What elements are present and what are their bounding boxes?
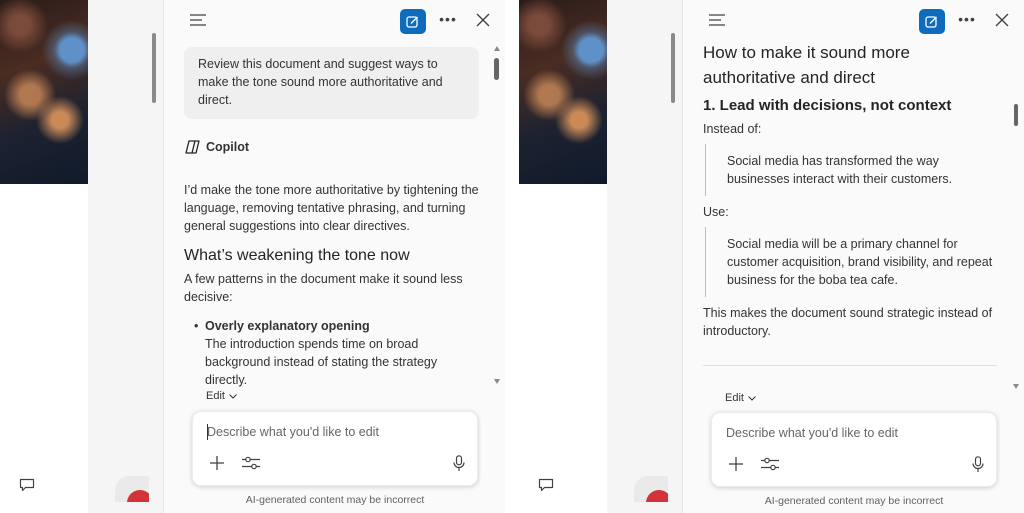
chevron-down-icon xyxy=(229,393,237,399)
scroll-thumb[interactable] xyxy=(1014,104,1018,126)
more-options-icon[interactable]: ••• xyxy=(439,12,457,30)
scroll-down-arrow[interactable] xyxy=(1013,384,1019,389)
new-chat-icon xyxy=(406,15,418,28)
pane-scrollbar[interactable] xyxy=(1012,44,1020,389)
document-scrollbar[interactable] xyxy=(671,33,675,103)
assistant-header: Copilot xyxy=(184,139,249,155)
response-subheading: 1. Lead with decisions, not context xyxy=(703,97,952,114)
right-screenshot: ••• How to make it sound more authoritat… xyxy=(519,0,1024,513)
chat-transcript[interactable]: How to make it sound more authoritative … xyxy=(683,40,1013,404)
document-scrollbar[interactable] xyxy=(152,33,156,103)
edit-mode-dropdown[interactable]: Edit xyxy=(206,390,237,402)
close-icon[interactable] xyxy=(995,13,1009,27)
hamburger-menu-icon[interactable] xyxy=(709,14,725,26)
edit-mode-dropdown[interactable]: Edit xyxy=(725,392,756,404)
comment-icon[interactable] xyxy=(538,478,554,492)
explanation-text: This makes the document sound strategic … xyxy=(703,306,993,338)
record-button[interactable] xyxy=(634,476,668,502)
response-heading: How to make it sound more authoritative … xyxy=(703,43,910,87)
scroll-thumb[interactable] xyxy=(494,58,499,80)
screenshot-divider xyxy=(505,0,519,513)
comment-icon[interactable] xyxy=(19,478,35,492)
composer-input[interactable]: Describe what you'd like to edit xyxy=(726,426,898,440)
new-chat-icon xyxy=(925,15,937,28)
scroll-up-arrow[interactable] xyxy=(494,46,500,51)
sliders-icon[interactable] xyxy=(242,456,260,470)
chevron-down-icon xyxy=(748,395,756,401)
copilot-logo-icon xyxy=(185,140,200,154)
copilot-pane: ••• How to make it sound more authoritat… xyxy=(682,0,1024,513)
assistant-name: Copilot xyxy=(206,140,250,154)
quote-after: Social media will be a primary channel f… xyxy=(705,227,995,297)
composer: Describe what you'd like to edit xyxy=(192,411,478,486)
more-options-icon[interactable]: ••• xyxy=(958,12,976,30)
composer: Describe what you'd like to edit xyxy=(711,412,997,487)
scroll-down-arrow[interactable] xyxy=(494,379,500,384)
close-icon[interactable] xyxy=(476,13,490,27)
copilot-pane: ••• Review this document and suggest way… xyxy=(163,0,505,513)
section-lead: A few patterns in the document make it s… xyxy=(184,272,463,304)
bullet-title: Overly explanatory opening xyxy=(205,319,370,333)
ai-disclaimer: AI-generated content may be incorrect xyxy=(764,495,944,507)
composer-input[interactable]: Describe what you'd like to edit xyxy=(207,425,379,439)
section-heading: What’s weakening the tone now xyxy=(184,247,410,264)
chat-transcript[interactable]: Review this document and suggest ways to… xyxy=(164,44,494,408)
hamburger-menu-icon[interactable] xyxy=(190,14,206,26)
ai-disclaimer: AI-generated content may be incorrect xyxy=(245,494,425,506)
document-photo xyxy=(519,0,607,184)
user-message: Review this document and suggest ways to… xyxy=(184,47,479,119)
quote-before: Social media has transformed the way bus… xyxy=(705,144,995,196)
pane-header: ••• xyxy=(164,0,505,44)
microphone-icon[interactable] xyxy=(972,456,984,473)
divider xyxy=(703,365,997,366)
use-label: Use: xyxy=(703,205,729,219)
new-chat-button[interactable] xyxy=(919,9,945,34)
left-screenshot: ••• Review this document and suggest way… xyxy=(0,0,505,513)
plus-icon[interactable] xyxy=(728,456,744,472)
sliders-icon[interactable] xyxy=(761,457,779,471)
instead-of-label: Instead of: xyxy=(703,122,762,136)
new-chat-button[interactable] xyxy=(400,9,426,34)
assistant-intro: I’d make the tone more authoritative by … xyxy=(184,183,479,233)
bullet-body: The introduction spends time on broad ba… xyxy=(205,337,438,387)
pane-scrollbar[interactable] xyxy=(493,44,501,384)
document-photo xyxy=(0,0,88,184)
record-button[interactable] xyxy=(115,476,149,502)
pane-header: ••• xyxy=(683,0,1024,44)
plus-icon[interactable] xyxy=(209,455,225,471)
edit-label: Edit xyxy=(206,390,225,402)
bullet-dot: • xyxy=(194,319,199,333)
microphone-icon[interactable] xyxy=(453,455,465,472)
edit-label: Edit xyxy=(725,392,744,404)
